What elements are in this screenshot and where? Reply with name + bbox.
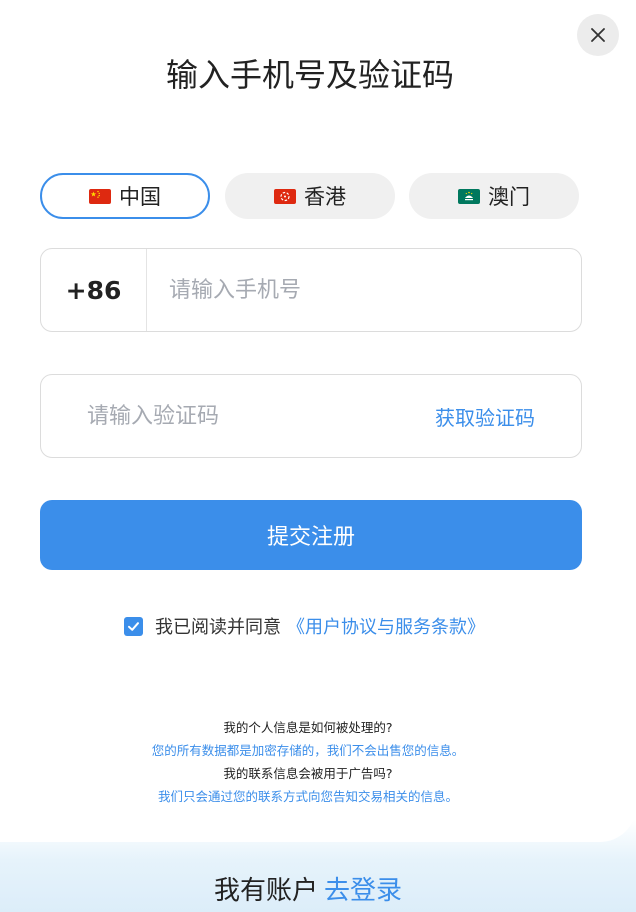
faq-question: 我的联系信息会被用于广告吗? bbox=[223, 766, 393, 781]
region-tabs: 中国 香港 澳门 bbox=[40, 173, 580, 219]
macau-flag-icon bbox=[458, 188, 480, 204]
code-field: 获取验证码 bbox=[40, 374, 582, 458]
check-icon bbox=[128, 621, 139, 631]
tab-china-label: 中国 bbox=[119, 185, 161, 209]
hongkong-flag-icon bbox=[274, 188, 296, 204]
agreement-text: 我已阅读并同意 bbox=[155, 617, 281, 638]
go-login-link[interactable]: 去登录 bbox=[324, 876, 402, 906]
close-icon bbox=[591, 28, 605, 42]
verification-code-input[interactable] bbox=[87, 375, 407, 457]
country-code-prefix[interactable]: +86 bbox=[41, 249, 147, 331]
get-code-button[interactable]: 获取验证码 bbox=[435, 375, 535, 457]
agreement-checkbox[interactable] bbox=[124, 616, 143, 636]
tab-hongkong[interactable]: 香港 bbox=[225, 173, 395, 219]
tab-macau[interactable]: 澳门 bbox=[409, 173, 579, 219]
agreement-row: 我已阅读并同意 《用户协议与服务条款》 bbox=[124, 612, 485, 640]
register-card: 输入手机号及验证码 中国 香港 澳门 +86 请输入手机号 请输入验证码 获取验… bbox=[0, 0, 636, 842]
page-title: 输入手机号及验证码 bbox=[165, 56, 454, 94]
faq-answer: 我们只会通过您的联系方式向您告知交易相关的信息。 bbox=[157, 789, 458, 804]
china-flag-icon bbox=[89, 188, 111, 204]
login-prompt-text: 我有账户 bbox=[213, 876, 318, 906]
tab-macau-label: 澳门 bbox=[488, 185, 530, 209]
submit-register-button[interactable]: 提交注册 bbox=[40, 500, 582, 570]
register-page: 输入手机号及验证码 中国 香港 澳门 +86 请输入手机号 请输入验证码 获取验… bbox=[0, 0, 636, 912]
phone-input[interactable] bbox=[169, 249, 569, 331]
phone-field: +86 bbox=[40, 248, 582, 332]
faq-question: 我的个人信息是如何被处理的? bbox=[223, 720, 393, 735]
privacy-faq: 我的个人信息是如何被处理的? 您的所有数据都是加密存储的，我们不会出售您的信息。… bbox=[0, 716, 616, 808]
login-prompt: 我有账户 去登录 bbox=[0, 870, 616, 907]
tab-hongkong-label: 香港 bbox=[304, 185, 346, 209]
faq-answer: 您的所有数据都是加密存储的，我们不会出售您的信息。 bbox=[151, 743, 465, 758]
tab-china[interactable]: 中国 bbox=[40, 173, 210, 219]
terms-link[interactable]: 《用户协议与服务条款》 bbox=[287, 613, 485, 639]
